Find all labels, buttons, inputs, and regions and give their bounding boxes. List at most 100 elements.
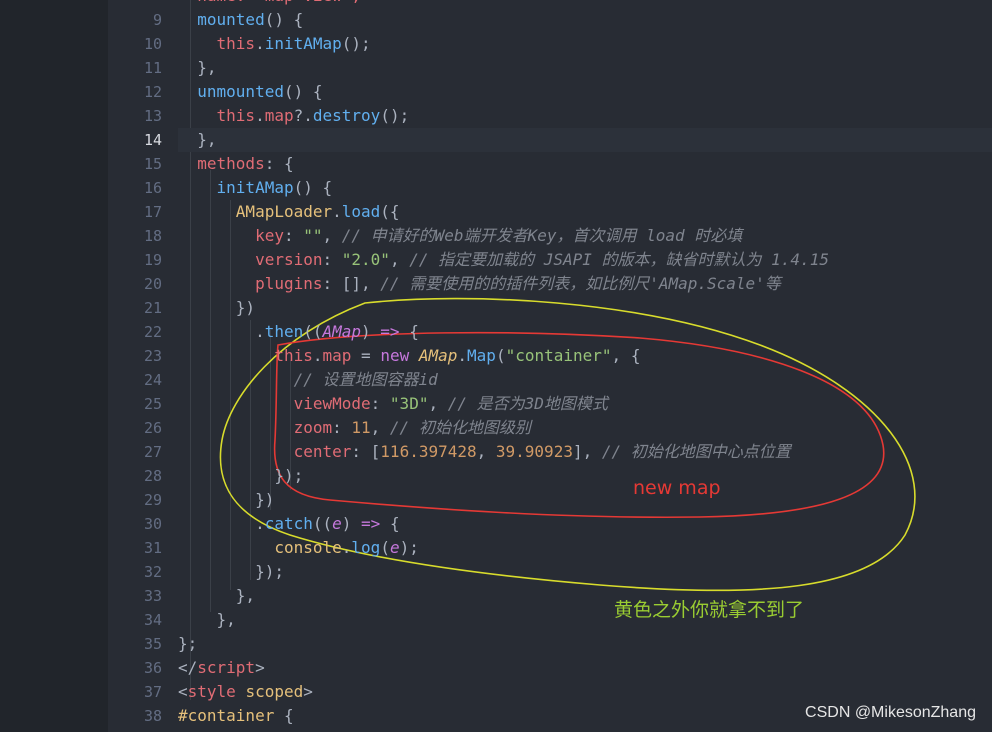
code-line[interactable]: this.initAMap();: [178, 32, 992, 56]
code-line[interactable]: });: [178, 560, 992, 584]
line-number: 11: [143, 59, 162, 77]
code-token: ,: [389, 250, 410, 269]
code-token: =: [351, 346, 381, 365]
code-token: .: [255, 34, 265, 53]
code-token: AMap: [418, 346, 458, 365]
code-line[interactable]: },: [178, 56, 992, 80]
code-line[interactable]: AMapLoader.load({: [178, 200, 992, 224]
code-line[interactable]: }): [178, 296, 992, 320]
code-line[interactable]: </script>: [178, 656, 992, 680]
code-token: this: [178, 106, 256, 125]
code-line[interactable]: });: [178, 464, 992, 488]
code-line[interactable]: version: "2.0", // 指定要加载的 JSAPI 的版本，缺省时默…: [178, 248, 992, 272]
code-token: 116.397428: [380, 442, 477, 461]
code-token: .: [457, 346, 468, 365]
code-token: ,: [370, 418, 390, 437]
line-number: 20: [143, 275, 162, 293]
line-number: 22: [143, 323, 162, 341]
code-token: :: [283, 226, 304, 245]
code-token: map: [264, 106, 294, 125]
code-line[interactable]: name: "map-view",: [178, 0, 992, 8]
code-token: e: [332, 514, 342, 533]
code-token: ({: [380, 202, 400, 221]
code-token: #container: [178, 706, 275, 725]
line-number: 26: [143, 419, 162, 437]
code-line[interactable]: zoom: 11, // 初始化地图级别: [178, 416, 992, 440]
line-number: 15: [143, 155, 162, 173]
code-token: , {: [611, 346, 641, 365]
code-line[interactable]: .catch((e) => {: [178, 512, 992, 536]
code-token: .: [341, 538, 352, 557]
code-token: // 是否为3D地图模式: [447, 394, 608, 413]
code-token: console: [178, 538, 342, 557]
line-number: 19: [143, 251, 162, 269]
code-token: .: [255, 106, 265, 125]
code-token: zoom: [178, 418, 333, 437]
code-token: plugins: [178, 274, 323, 293]
code-token: >: [255, 658, 265, 677]
line-number: 13: [143, 107, 162, 125]
line-number: 25: [143, 395, 162, 413]
line-number: 16: [143, 179, 162, 197]
line-number: 14: [143, 131, 162, 149]
code-token: },: [178, 130, 217, 149]
code-line[interactable]: viewMode: "3D", // 是否为3D地图模式: [178, 392, 992, 416]
code-line[interactable]: #container {: [178, 704, 992, 728]
code-line[interactable]: <style scoped>: [178, 680, 992, 704]
code-token: ,: [428, 394, 448, 413]
code-token: });: [178, 562, 284, 581]
code-line[interactable]: key: "", // 申请好的Web端开发者Key，首次调用 load 时必填: [178, 224, 992, 248]
code-line[interactable]: initAMap() {: [178, 176, 992, 200]
code-token: version: [178, 250, 323, 269]
code-line[interactable]: methods: {: [178, 152, 992, 176]
code-token: }): [178, 298, 256, 317]
code-line[interactable]: },: [178, 128, 992, 152]
code-line[interactable]: unmounted() {: [178, 80, 992, 104]
code-token: center: [178, 442, 352, 461]
code-line[interactable]: this.map = new AMap.Map("container", {: [178, 344, 992, 368]
code-line[interactable]: center: [116.397428, 39.90923], // 初始化地图…: [178, 440, 992, 464]
code-line[interactable]: .then((AMap) => {: [178, 320, 992, 344]
code-token: .: [178, 322, 265, 341]
code-token: // 需要使用的的插件列表，如比例尺'AMap.Scale'等: [380, 274, 781, 293]
code-line[interactable]: console.log(e);: [178, 536, 992, 560]
code-token: </: [178, 658, 198, 677]
code-line[interactable]: plugins: [], // 需要使用的的插件列表，如比例尺'AMap.Sca…: [178, 272, 992, 296]
code-token: <: [178, 682, 188, 701]
code-token: }): [178, 490, 275, 509]
code-token: ((: [303, 322, 323, 341]
line-number: 24: [143, 371, 162, 389]
code-token: {: [399, 322, 419, 341]
code-line[interactable]: };: [178, 632, 992, 656]
code-token: log: [351, 538, 381, 557]
code-token: : [: [351, 442, 381, 461]
code-token: =>: [380, 322, 400, 341]
code-token: initAMap: [264, 34, 342, 53]
line-number: 21: [143, 299, 162, 317]
code-token: {: [380, 514, 400, 533]
code-line[interactable]: },: [178, 608, 992, 632]
code-token: () {: [293, 178, 333, 197]
code-token: },: [178, 610, 236, 629]
code-token: this: [178, 346, 313, 365]
code-token: then: [264, 322, 304, 341]
code-token: e: [389, 538, 400, 557]
code-line[interactable]: // 设置地图容器id: [178, 368, 992, 392]
code-token: AMap: [322, 322, 362, 341]
line-number: 31: [143, 539, 162, 557]
code-token: // 初始化地图级别: [389, 418, 531, 437]
code-line[interactable]: }): [178, 488, 992, 512]
code-line[interactable]: },: [178, 584, 992, 608]
code-token: ((: [312, 514, 333, 533]
code-line[interactable]: this.map?.destroy();: [178, 104, 992, 128]
line-number: 18: [143, 227, 162, 245]
line-number: 17: [143, 203, 162, 221]
line-number: 35: [143, 635, 162, 653]
code-token: };: [178, 634, 198, 653]
code-token: .: [178, 514, 265, 533]
code-line[interactable]: mounted() {: [178, 8, 992, 32]
